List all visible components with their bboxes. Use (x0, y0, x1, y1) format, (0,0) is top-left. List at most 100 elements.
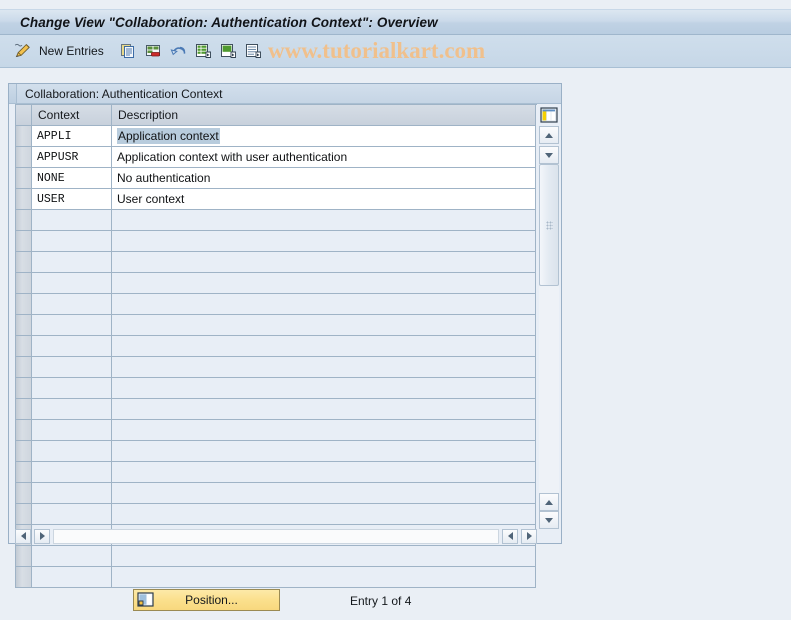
cell-context[interactable] (32, 378, 112, 399)
empty-table-row[interactable] (16, 252, 537, 273)
scroll-right-button[interactable] (34, 528, 50, 544)
row-selector[interactable] (16, 147, 32, 168)
row-selector[interactable] (16, 273, 32, 294)
empty-table-row[interactable] (16, 483, 537, 504)
cell-description[interactable] (112, 420, 536, 441)
row-selector[interactable] (16, 126, 32, 147)
cell-description[interactable] (112, 357, 536, 378)
empty-table-row[interactable] (16, 420, 537, 441)
select-all-column-header[interactable] (16, 105, 32, 126)
empty-table-row[interactable] (16, 231, 537, 252)
row-selector[interactable] (16, 294, 32, 315)
cell-context[interactable] (32, 357, 112, 378)
cell-context[interactable] (32, 462, 112, 483)
cell-description[interactable] (112, 399, 536, 420)
empty-table-row[interactable] (16, 399, 537, 420)
column-header-description[interactable]: Description (112, 105, 536, 126)
empty-table-row[interactable] (16, 462, 537, 483)
copy-as-icon[interactable] (119, 41, 139, 61)
cell-context[interactable] (32, 483, 112, 504)
cell-context[interactable]: USER (32, 189, 112, 210)
cell-context[interactable] (32, 315, 112, 336)
table-row[interactable]: NONE No authentication (16, 168, 537, 189)
cell-context[interactable] (32, 336, 112, 357)
cell-description[interactable] (112, 441, 536, 462)
row-selector[interactable] (16, 168, 32, 189)
cell-description[interactable] (112, 336, 536, 357)
pencil-icon[interactable] (13, 41, 33, 61)
scroll-down-button[interactable] (539, 146, 559, 164)
cell-description[interactable] (112, 378, 536, 399)
scroll-up-button-bottom[interactable] (539, 493, 559, 511)
cell-context[interactable] (32, 441, 112, 462)
cell-description[interactable] (112, 273, 536, 294)
cell-context[interactable] (32, 504, 112, 525)
horizontal-scroll-track[interactable] (53, 528, 499, 544)
empty-table-row[interactable] (16, 357, 537, 378)
scroll-page-up-button[interactable] (539, 493, 559, 511)
table-settings-icon[interactable] (539, 106, 559, 124)
row-selector[interactable] (16, 357, 32, 378)
row-selector[interactable] (16, 210, 32, 231)
cell-description[interactable] (112, 252, 536, 273)
undo-icon[interactable] (169, 41, 189, 61)
table-row[interactable]: APPLI Application context (16, 126, 537, 147)
cell-description[interactable] (112, 294, 536, 315)
cell-description[interactable]: Application context with user authentica… (112, 147, 536, 168)
empty-table-row[interactable] (16, 336, 537, 357)
table-row[interactable]: USER User context (16, 189, 537, 210)
cell-context[interactable] (32, 567, 112, 588)
scroll-down-button-bottom[interactable] (539, 511, 559, 529)
vertical-scrollbar[interactable] (539, 104, 561, 529)
row-selector[interactable] (16, 336, 32, 357)
table-row[interactable]: APPUSR Application context with user aut… (16, 147, 537, 168)
new-entries-button[interactable]: New Entries (39, 44, 104, 58)
cell-description[interactable] (112, 315, 536, 336)
delete-icon[interactable] (144, 41, 164, 61)
vertical-scroll-track[interactable] (539, 164, 559, 529)
scroll-right-button-end[interactable] (521, 528, 537, 544)
select-block-icon[interactable] (219, 41, 239, 61)
row-selector[interactable] (16, 252, 32, 273)
cell-context[interactable]: APPLI (32, 126, 112, 147)
cell-description[interactable] (112, 504, 536, 525)
cell-context[interactable]: APPUSR (32, 147, 112, 168)
cell-description[interactable] (112, 567, 536, 588)
scroll-left-button[interactable] (15, 528, 31, 544)
cell-context[interactable] (32, 231, 112, 252)
horizontal-scrollbar[interactable] (15, 528, 537, 544)
row-selector[interactable] (16, 231, 32, 252)
position-button[interactable]: Position... (133, 589, 280, 611)
row-selector[interactable] (16, 462, 32, 483)
row-selector[interactable] (16, 420, 32, 441)
cell-context[interactable] (32, 273, 112, 294)
cell-context[interactable] (32, 210, 112, 231)
cell-context[interactable] (32, 399, 112, 420)
cell-context[interactable] (32, 420, 112, 441)
scroll-left-button-end[interactable] (502, 528, 518, 544)
row-selector[interactable] (16, 189, 32, 210)
cell-context[interactable] (32, 294, 112, 315)
empty-table-row[interactable] (16, 378, 537, 399)
empty-table-row[interactable] (16, 210, 537, 231)
cell-description[interactable]: Application context (112, 126, 536, 147)
row-selector[interactable] (16, 399, 32, 420)
select-all-icon[interactable] (194, 41, 214, 61)
empty-table-row[interactable] (16, 504, 537, 525)
empty-table-row[interactable] (16, 546, 537, 567)
row-selector[interactable] (16, 315, 32, 336)
column-header-context[interactable]: Context (32, 105, 112, 126)
empty-table-row[interactable] (16, 567, 537, 588)
cell-description[interactable]: No authentication (112, 168, 536, 189)
row-selector[interactable] (16, 483, 32, 504)
empty-table-row[interactable] (16, 273, 537, 294)
cell-description[interactable]: User context (112, 189, 536, 210)
cell-description[interactable] (112, 483, 536, 504)
row-selector[interactable] (16, 378, 32, 399)
cell-context[interactable] (32, 252, 112, 273)
cell-context[interactable] (32, 546, 112, 567)
empty-table-row[interactable] (16, 441, 537, 462)
row-selector[interactable] (16, 546, 32, 567)
empty-table-row[interactable] (16, 294, 537, 315)
cell-context[interactable]: NONE (32, 168, 112, 189)
